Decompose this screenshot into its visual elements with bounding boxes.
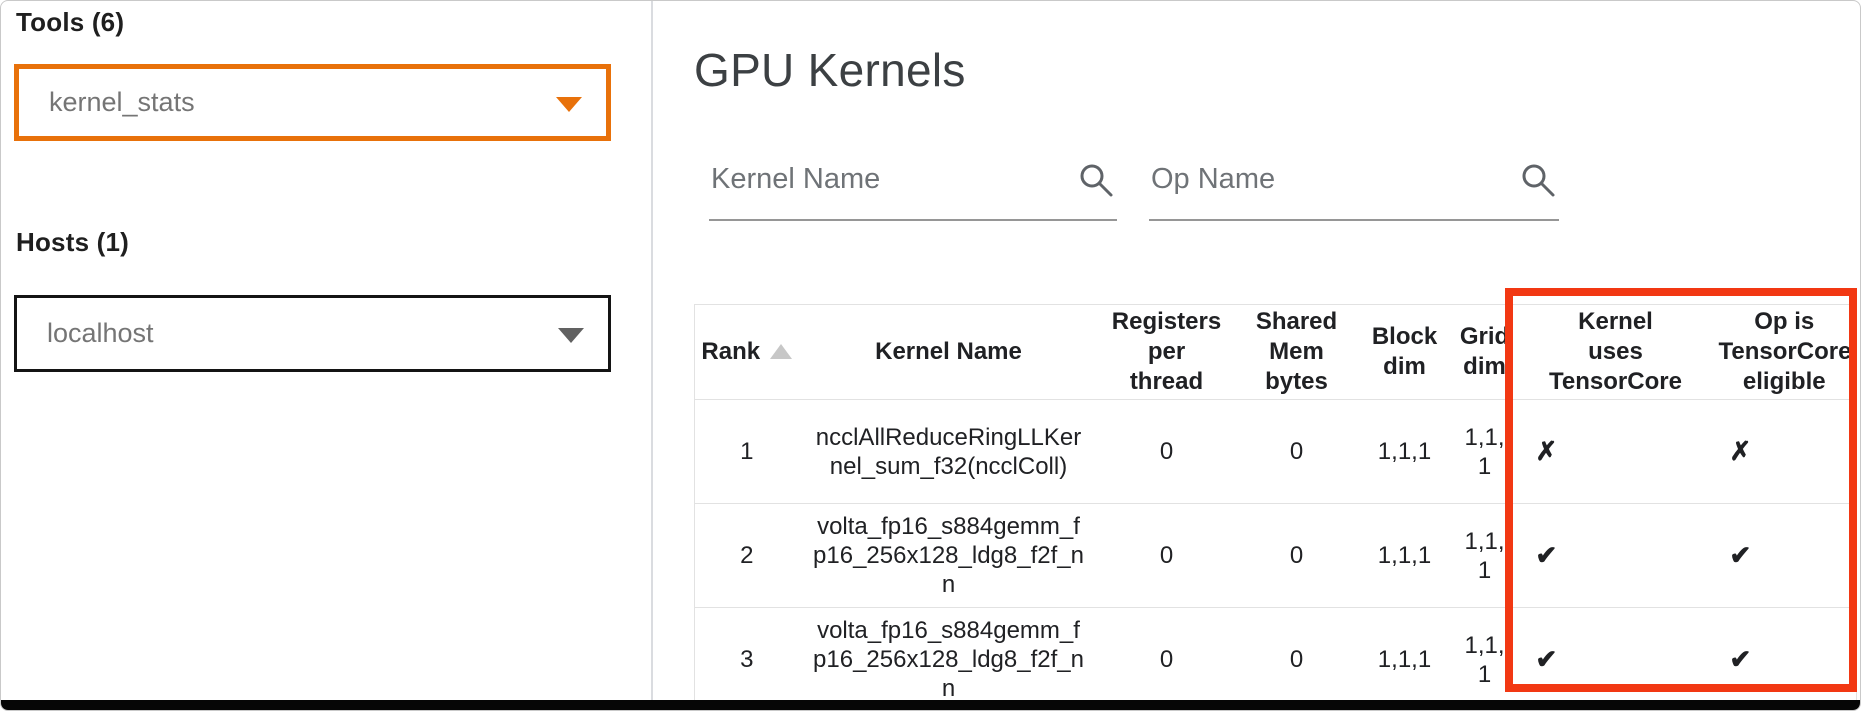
column-header-kernel-name[interactable]: Kernel Name [799, 305, 1099, 400]
kernel-uses-tensorcore-cell: ✔ [1519, 608, 1713, 711]
grid-dim-cell: 1,1,1 [1451, 504, 1519, 608]
registers-cell: 0 [1099, 400, 1235, 504]
chevron-down-icon [556, 97, 582, 112]
rank-cell: 3 [695, 608, 799, 711]
block-dim-cell: 1,1,1 [1359, 400, 1451, 504]
block-dim-cell: 1,1,1 [1359, 504, 1451, 608]
profiler-page: Tools (6) kernel_stats Hosts (1) localho… [0, 0, 1861, 711]
registers-cell: 0 [1099, 608, 1235, 711]
op-tensorcore-eligible-cell: ✗ [1713, 400, 1857, 504]
kernel-name-cell: volta_fp16_s884gemm_fp16_256x128_ldg8_f2… [799, 504, 1099, 608]
kernel-uses-tensorcore-cell: ✗ [1519, 400, 1713, 504]
rank-cell: 2 [695, 504, 799, 608]
column-header-op-is-tensorcore-eligible[interactable]: Op is TensorCore eligible [1713, 305, 1857, 400]
column-header-shared-mem-bytes[interactable]: Shared Mem bytes [1235, 305, 1359, 400]
column-header-registers-per-thread[interactable]: Registers per thread [1099, 305, 1235, 400]
column-header-kernel-uses-tensorcore[interactable]: Kernel uses TensorCore [1519, 305, 1713, 400]
sort-ascending-icon [770, 344, 792, 359]
grid-dim-cell: 1,1,1 [1451, 608, 1519, 711]
sidebar-divider [651, 1, 653, 711]
tools-select[interactable]: kernel_stats [14, 64, 611, 141]
page-title: GPU Kernels [694, 43, 966, 97]
op-tensorcore-eligible-cell: ✔ [1713, 608, 1857, 711]
column-header-grid-dim[interactable]: Grid dim [1451, 305, 1519, 400]
op-name-filter-field [1149, 149, 1559, 221]
tools-section-label: Tools (6) [16, 7, 124, 38]
hosts-selected-value: localhost [17, 318, 154, 349]
registers-cell: 0 [1099, 504, 1235, 608]
table-row: 2 volta_fp16_s884gemm_fp16_256x128_ldg8_… [695, 504, 1857, 608]
shared-mem-cell: 0 [1235, 504, 1359, 608]
tools-selected-value: kernel_stats [19, 87, 195, 118]
kernel-name-cell: ncclAllReduceRingLLKernel_sum_f32(ncclCo… [799, 400, 1099, 504]
hosts-section-label: Hosts (1) [16, 227, 129, 258]
block-dim-cell: 1,1,1 [1359, 608, 1451, 711]
grid-dim-cell: 1,1,1 [1451, 400, 1519, 504]
table-row: 1 ncclAllReduceRingLLKernel_sum_f32(nccl… [695, 400, 1857, 504]
hosts-select[interactable]: localhost [14, 295, 611, 372]
chevron-down-icon [558, 328, 584, 343]
kernel-name-cell: volta_fp16_s884gemm_fp16_256x128_ldg8_f2… [799, 608, 1099, 711]
column-header-rank[interactable]: Rank [695, 305, 799, 400]
op-tensorcore-eligible-cell: ✔ [1713, 504, 1857, 608]
shared-mem-cell: 0 [1235, 400, 1359, 504]
table-row: 3 volta_fp16_s884gemm_fp16_256x128_ldg8_… [695, 608, 1857, 711]
search-icon [1519, 161, 1557, 199]
window-bottom-edge [1, 700, 1861, 710]
op-name-filter-input[interactable] [1149, 149, 1511, 196]
search-icon [1077, 161, 1115, 199]
rank-cell: 1 [695, 400, 799, 504]
kernel-name-filter-field [709, 149, 1117, 221]
kernel-uses-tensorcore-cell: ✔ [1519, 504, 1713, 608]
kernel-name-filter-input[interactable] [709, 149, 1069, 196]
column-header-block-dim[interactable]: Block dim [1359, 305, 1451, 400]
kernel-stats-table: Rank Kernel Name Registers per thread Sh… [694, 304, 1857, 711]
shared-mem-cell: 0 [1235, 608, 1359, 711]
table-header-row: Rank Kernel Name Registers per thread Sh… [695, 305, 1857, 400]
